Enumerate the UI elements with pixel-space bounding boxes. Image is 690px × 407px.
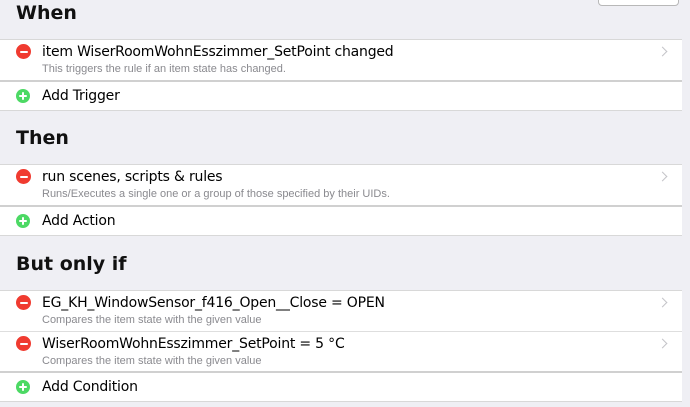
action-title: run scenes, scripts & rules [42, 169, 223, 185]
action-description: Runs/Executes a single one or a group of… [42, 188, 390, 200]
condition-description: Compares the item state with the given v… [42, 314, 262, 326]
remove-condition-icon[interactable] [16, 295, 31, 310]
top-right-button[interactable] [598, 0, 679, 6]
section-heading-then: Then [16, 127, 69, 149]
plus-circle-icon [16, 89, 30, 103]
action-item[interactable]: run scenes, scripts & rules Runs/Execute… [0, 165, 682, 205]
condition-description: Compares the item state with the given v… [42, 355, 262, 367]
trigger-description: This triggers the rule if an item state … [42, 63, 286, 75]
condition-item[interactable]: WiserRoomWohnEsszimmer_SetPoint = 5 °C C… [0, 331, 682, 371]
condition-title: WiserRoomWohnEsszimmer_SetPoint = 5 °C [42, 336, 345, 352]
plus-circle-icon [16, 380, 30, 394]
chevron-right-icon [657, 171, 668, 182]
chevron-right-icon [657, 297, 668, 308]
trigger-item[interactable]: item WiserRoomWohnEsszimmer_SetPoint cha… [0, 40, 682, 80]
add-action-button[interactable]: Add Action [0, 205, 682, 235]
condition-card: EG_KH_WindowSensor_f416_Open__Close = OP… [0, 290, 682, 402]
trigger-card: item WiserRoomWohnEsszimmer_SetPoint cha… [0, 39, 682, 111]
add-trigger-label: Add Trigger [42, 88, 120, 104]
remove-action-icon[interactable] [16, 169, 31, 184]
plus-circle-icon [16, 214, 30, 228]
remove-condition-icon[interactable] [16, 336, 31, 351]
trigger-title: item WiserRoomWohnEsszimmer_SetPoint cha… [42, 44, 394, 60]
action-card: run scenes, scripts & rules Runs/Execute… [0, 164, 682, 236]
section-heading-when: When [16, 2, 77, 24]
add-condition-button[interactable]: Add Condition [0, 371, 682, 401]
chevron-right-icon [657, 338, 668, 349]
add-action-label: Add Action [42, 213, 116, 229]
add-condition-label: Add Condition [42, 379, 138, 395]
condition-item[interactable]: EG_KH_WindowSensor_f416_Open__Close = OP… [0, 291, 682, 331]
chevron-right-icon [657, 46, 668, 57]
add-trigger-button[interactable]: Add Trigger [0, 80, 682, 110]
condition-title: EG_KH_WindowSensor_f416_Open__Close = OP… [42, 295, 385, 311]
remove-trigger-icon[interactable] [16, 44, 31, 59]
section-heading-conditions: But only if [16, 253, 127, 275]
